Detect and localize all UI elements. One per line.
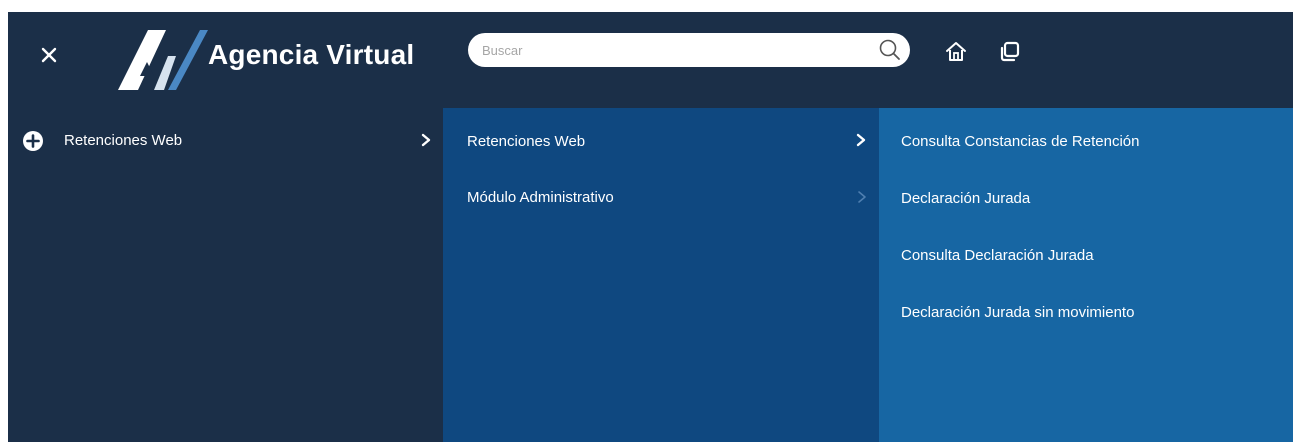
windows-icon[interactable] [998,40,1022,64]
close-icon[interactable] [38,44,60,66]
menu2-item-retenciones-web[interactable]: Retenciones Web [467,133,585,150]
menu3-item-consulta-declaracion-jurada[interactable]: Consulta Declaración Jurada [901,247,1094,264]
app-window: Agencia Virtual Retenciones Web [8,12,1293,442]
menu3-item-declaracion-jurada[interactable]: Declaración Jurada [901,190,1030,207]
chevron-right-icon[interactable] [855,133,867,147]
menu-level-1: Retenciones Web [8,108,443,442]
menu3-item-consulta-constancias[interactable]: Consulta Constancias de Retención [901,133,1139,150]
menu3-item-declaracion-sin-movimiento[interactable]: Declaración Jurada sin movimiento [901,304,1134,321]
menu2-item-modulo-administrativo[interactable]: Módulo Administrativo [467,189,614,206]
search-icon[interactable] [878,38,902,62]
header-bar: Agencia Virtual [8,12,1293,108]
search-input[interactable] [482,33,862,67]
brand-title: Agencia Virtual [208,39,415,70]
menu-level-2: Retenciones Web Módulo Administrativo [443,108,879,442]
search-box[interactable] [468,33,910,67]
chevron-right-icon[interactable] [420,133,432,147]
chevron-right-icon[interactable] [856,190,868,204]
menu1-item-retenciones-web[interactable]: Retenciones Web [64,132,182,149]
menu-level-3: Consulta Constancias de Retención Declar… [879,108,1293,442]
home-icon[interactable] [944,40,968,64]
plus-circle-icon [23,131,43,151]
agencia-virtual-logo [118,30,208,90]
